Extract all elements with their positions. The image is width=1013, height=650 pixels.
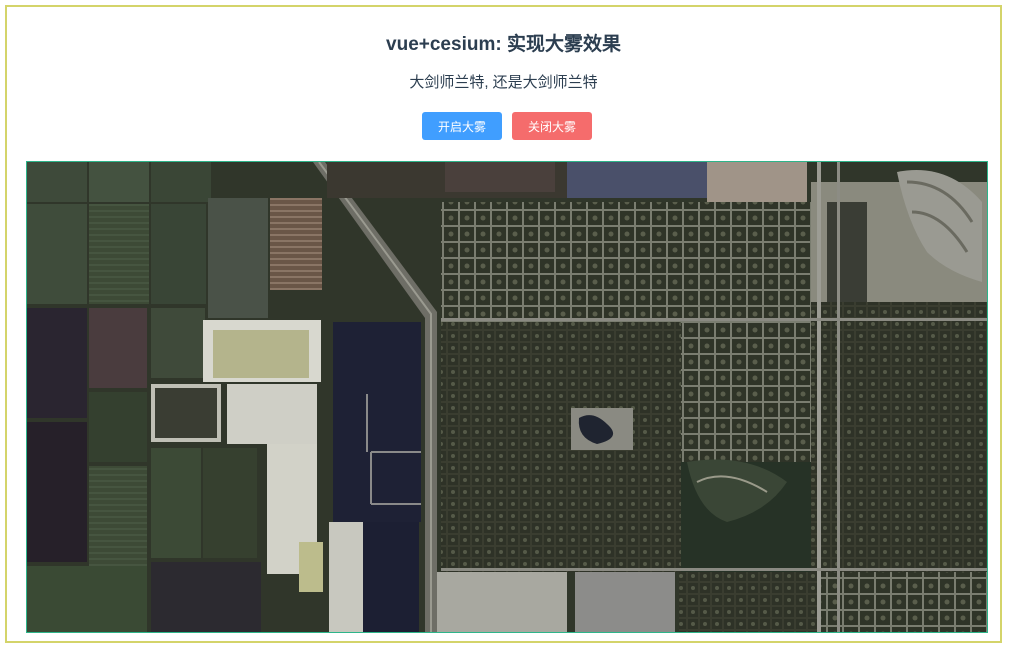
satellite-map-image — [27, 162, 987, 632]
cesium-map-viewer[interactable] — [26, 161, 988, 633]
page-title: vue+cesium: 实现大雾效果 — [386, 34, 621, 55]
open-fog-button[interactable]: 开启大雾 — [422, 112, 502, 140]
page-subtitle: 大剑师兰特, 还是大剑师兰特 — [409, 74, 598, 91]
close-fog-button[interactable]: 关闭大雾 — [512, 112, 592, 140]
app-frame: vue+cesium: 实现大雾效果 大剑师兰特, 还是大剑师兰特 开启大雾 关… — [5, 5, 1002, 643]
